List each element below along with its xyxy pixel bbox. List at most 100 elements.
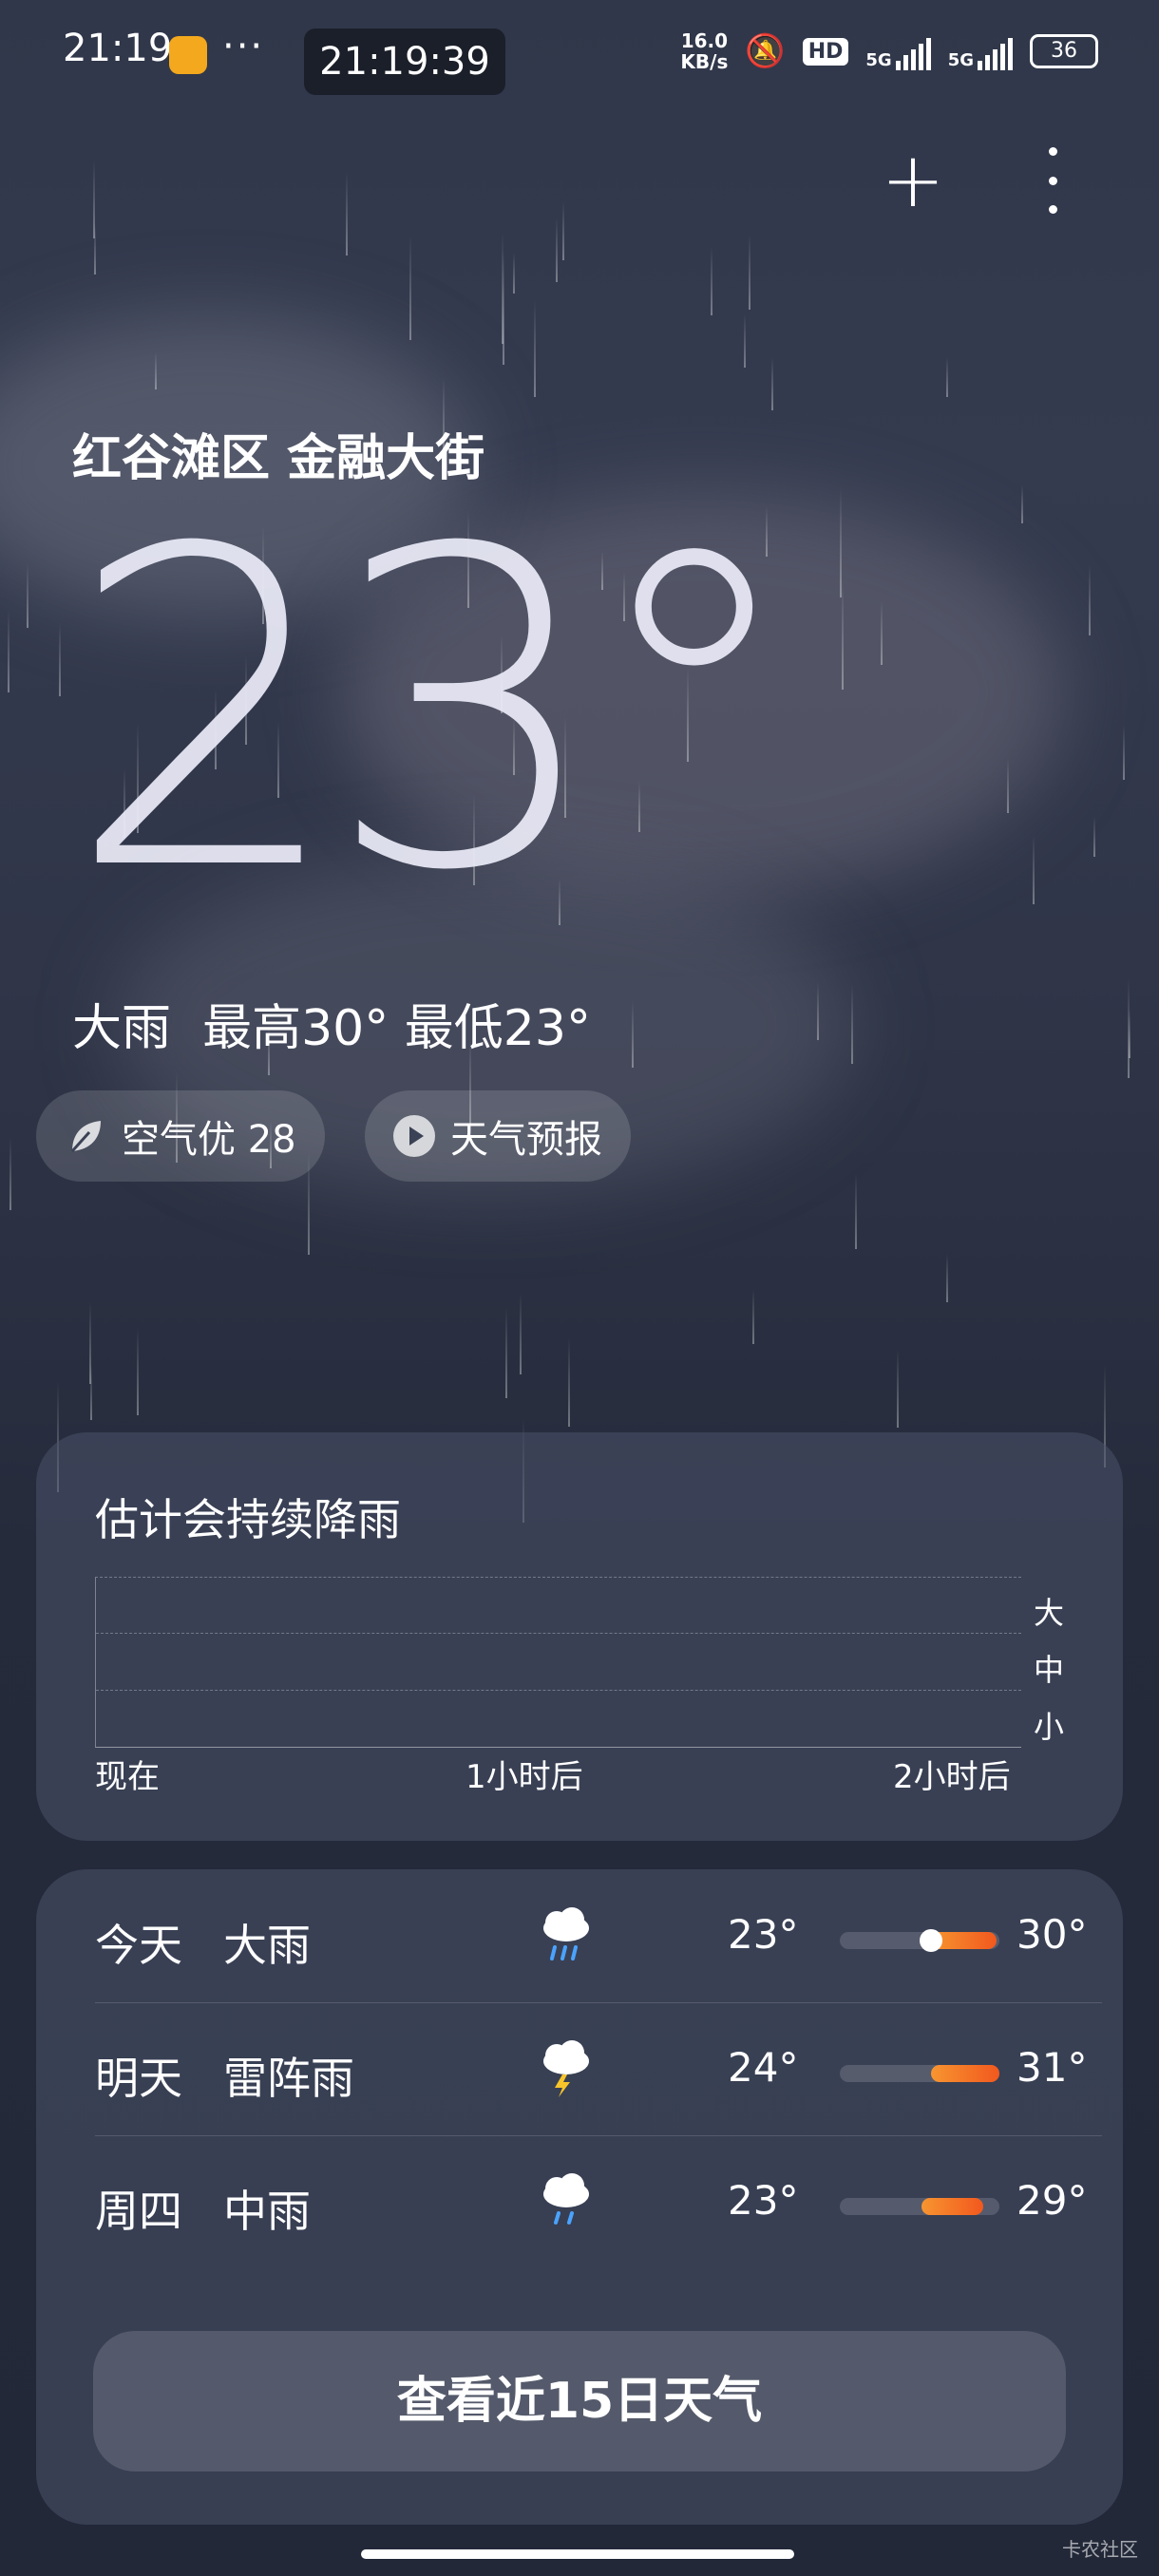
condition-text: 大雨 <box>72 1000 172 1057</box>
rain-streak <box>520 1293 522 1374</box>
moderate-rain-icon <box>543 2173 589 2225</box>
status-time: 21:19 <box>63 27 173 70</box>
rain-streak <box>513 253 515 294</box>
more-notifications-icon: ··· <box>222 25 265 68</box>
rain-streak <box>1033 835 1035 904</box>
rain-streak <box>8 611 10 692</box>
rain-streak <box>556 218 558 282</box>
level-moderate: 中 <box>1034 1652 1065 1688</box>
thunderstorm-icon <box>543 2040 589 2097</box>
forecast-row-tomorrow[interactable]: 明天 雷阵雨 24° 31° <box>95 2002 1102 2136</box>
play-icon <box>393 1115 435 1157</box>
rain-streak <box>1129 1009 1130 1058</box>
daily-forecast-card: 今天 大雨 23° 30° 明天 雷阵雨 24° 31° 周四 中雨 23° 2… <box>36 1869 1123 2525</box>
home-indicator[interactable] <box>361 2549 794 2559</box>
day-label: 今天 <box>95 1920 182 1971</box>
rain-streak <box>744 313 746 368</box>
weather-desc: 雷阵雨 <box>223 2053 354 2104</box>
air-quality-label: 空气优 28 <box>122 1118 296 1162</box>
rain-streak <box>817 982 819 1040</box>
temp-range-bar <box>840 2065 999 2082</box>
status-icons: 16.0 KB/s 🔕 HD 5G 5G 36 <box>680 30 1098 72</box>
rain-streak <box>155 351 157 389</box>
weather-desc: 大雨 <box>223 1920 311 1971</box>
temp-range-fill <box>930 2065 999 2082</box>
temp-range-fill <box>921 2198 984 2215</box>
forecast-row-thursday[interactable]: 周四 中雨 23° 29° <box>95 2135 1102 2268</box>
rain-streak <box>1007 758 1009 813</box>
rain-streak <box>534 299 536 397</box>
low-temp: 最低23° <box>404 1000 591 1057</box>
rain-streak <box>10 1138 11 1210</box>
view-15-day-forecast-button[interactable]: 查看近15日天气 <box>93 2331 1066 2472</box>
heavy-rain-icon <box>543 1907 589 1960</box>
rain-streak <box>842 581 844 690</box>
precipitation-title: 估计会持续降雨 <box>95 1494 401 1545</box>
rain-streak <box>346 172 348 256</box>
rain-streak <box>27 563 28 628</box>
day-label: 周四 <box>95 2186 182 2237</box>
rain-streak <box>881 600 883 665</box>
weather-forecast-video-chip[interactable]: 天气预报 <box>365 1090 631 1182</box>
add-city-button[interactable]: + <box>880 142 946 218</box>
precipitation-card[interactable]: 估计会持续降雨 大 中 小 现在 1小时后 2小时后 <box>36 1432 1123 1841</box>
current-condition: 大雨 最高30° 最低23° <box>72 988 591 1059</box>
rain-streak <box>946 357 948 397</box>
rain-streak <box>855 1173 857 1249</box>
high-temp: 30° <box>1016 1911 1088 1958</box>
current-temp-marker <box>919 1929 942 1952</box>
temp-range-bar <box>840 2198 999 2215</box>
sim2-label: 5G <box>947 50 974 70</box>
rain-streak <box>562 201 564 260</box>
low-temp: 23° <box>728 1911 799 1958</box>
low-temp: 23° <box>728 2177 799 2224</box>
battery-icon: 36 <box>1030 34 1098 68</box>
floating-clock: 21:19:39 <box>304 28 505 95</box>
high-temp: 31° <box>1016 2044 1088 2091</box>
time-now: 现在 <box>95 1758 160 1796</box>
rain-streak <box>851 984 853 1064</box>
hd-icon: HD <box>802 37 849 66</box>
precipitation-chart <box>95 1577 1021 1748</box>
high-temp: 最高30° <box>202 1000 390 1057</box>
weather-desc: 中雨 <box>223 2186 311 2237</box>
rain-streak <box>946 1254 948 1302</box>
rain-streak <box>409 236 411 340</box>
rain-streak <box>59 623 61 696</box>
rain-streak <box>1123 725 1125 780</box>
forecast-row-today[interactable]: 今天 大雨 23° 30° <box>95 1869 1102 2003</box>
rain-streak <box>632 1000 634 1068</box>
time-2h: 2小时后 <box>893 1758 1011 1796</box>
low-temp: 24° <box>728 2044 799 2091</box>
more-menu-button[interactable] <box>1036 147 1070 214</box>
rain-streak <box>749 235 750 310</box>
network-speed: 16.0 KB/s <box>680 29 729 73</box>
watermark: 卡农社区 <box>1062 2538 1138 2561</box>
notification-app-icon <box>169 36 207 74</box>
current-temperature: 23° <box>66 458 803 966</box>
rain-streak <box>1021 484 1023 523</box>
air-quality-chip[interactable]: 空气优 28 <box>36 1090 325 1182</box>
rain-streak <box>137 1328 139 1415</box>
rain-streak <box>568 1337 570 1427</box>
rain-streak <box>711 247 712 315</box>
rain-streak <box>897 1349 899 1428</box>
forecast-video-label: 天气预报 <box>450 1118 602 1162</box>
rain-streak <box>771 357 773 410</box>
time-1h: 1小时后 <box>466 1758 583 1796</box>
high-temp: 29° <box>1016 2177 1088 2224</box>
day-label: 明天 <box>95 2053 182 2104</box>
rain-streak <box>752 1289 754 1344</box>
temp-range-bar <box>840 1929 999 1952</box>
rain-streak <box>90 1364 92 1420</box>
rain-streak <box>94 223 96 275</box>
rain-streak <box>502 233 504 344</box>
rain-streak <box>1089 564 1091 635</box>
rain-streak <box>1093 817 1095 857</box>
level-light: 小 <box>1034 1709 1065 1745</box>
signal-icon <box>895 32 931 70</box>
signal-icon <box>978 32 1013 70</box>
status-bar: 21:19 ··· 21:19:39 16.0 KB/s 🔕 HD 5G 5G … <box>0 0 1159 123</box>
rain-streak <box>505 1306 507 1398</box>
mute-icon: 🔕 <box>745 32 786 70</box>
